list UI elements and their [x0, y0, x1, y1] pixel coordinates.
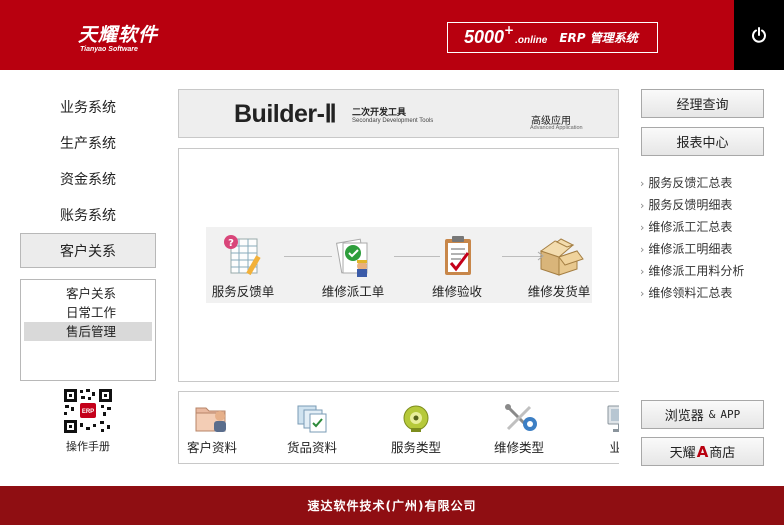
erp-product-badge: 5000 + .online ERP 管理系统 — [447, 22, 658, 53]
nav-business-system[interactable]: 业务系统 — [20, 90, 156, 124]
builder-banner[interactable]: Builder-Ⅱ 二次开发工具 Secondary Development T… — [178, 89, 619, 138]
erp-online: .online — [515, 35, 548, 46]
module-goods-data[interactable]: 货品资料 — [267, 402, 357, 456]
report-center-button[interactable]: 报表中心 — [641, 127, 764, 156]
module-service-type[interactable]: 服务类型 — [371, 402, 461, 456]
chevron-right-icon: › — [640, 177, 645, 190]
chevron-right-icon: › — [640, 221, 645, 234]
chevron-right-icon: › — [640, 287, 645, 300]
flow-step-repair-acceptance[interactable]: 维修验收 — [417, 233, 497, 300]
report-link-material-requisition-summary[interactable]: › 维修领料汇总表 — [640, 285, 780, 307]
report-link-dispatch-summary[interactable]: › 维修派工汇总表 — [640, 219, 780, 241]
qr-code-icon[interactable]: ERP — [62, 387, 114, 435]
chevron-right-icon: › — [640, 199, 645, 212]
customer-relations-submenu: 客户关系 日常工作 售后管理 — [20, 279, 156, 381]
flow-step-label: 维修派工单 — [321, 284, 385, 299]
submenu-customer-relations[interactable]: 客户关系 — [24, 284, 152, 303]
report-links: › 服务反馈汇总表 › 服务反馈明细表 › 维修派工汇总表 › 维修派工明细表 › 维修派… — [640, 175, 780, 307]
module-label: 货品资料 — [286, 440, 337, 455]
company-logo: 天耀软件 Tianyao Software — [78, 20, 158, 53]
footer: 速达软件技术(广州)有限公司 — [0, 486, 784, 525]
logo-text-cn: 天耀软件 — [78, 24, 159, 46]
user-manual-label[interactable]: 操作手册 — [48, 438, 128, 454]
report-link-dispatch-material-analysis[interactable]: › 维修派工用料分析 — [640, 263, 780, 285]
goods-data-icon — [297, 405, 327, 433]
submenu-after-sales[interactable]: 售后管理 — [24, 322, 152, 341]
nav-production-system[interactable]: 生产系统 — [20, 126, 156, 160]
module-repair-type[interactable]: 维修类型 — [474, 402, 564, 456]
customer-folder-icon — [195, 407, 226, 432]
module-bar: 客户资料 货品资料 服务类型 维修类型 — [178, 391, 619, 464]
manager-query-button[interactable]: 经理查询 — [641, 89, 764, 118]
app-label: APP — [720, 408, 741, 421]
report-link-service-feedback-detail[interactable]: › 服务反馈明细表 — [640, 197, 780, 219]
flow-arrow-icon — [537, 251, 544, 261]
svg-text:?: ? — [228, 238, 234, 249]
submenu-daily-work[interactable]: 日常工作 — [24, 303, 152, 322]
browser-label: 浏览器 — [664, 409, 704, 424]
report-link-service-feedback-summary[interactable]: › 服务反馈汇总表 — [640, 175, 780, 197]
top-header: 天耀软件 Tianyao Software 5000 + .online ERP… — [0, 0, 784, 70]
footer-company: 速达软件技术(广州)有限公司 — [307, 499, 477, 513]
nav-finance-system[interactable]: 资金系统 — [20, 162, 156, 196]
power-button[interactable] — [734, 0, 784, 70]
tianyao-store-button[interactable]: 天耀 A 商店 — [641, 437, 764, 466]
flow-step-repair-dispatch[interactable]: 维修派工单 — [313, 233, 393, 300]
browser-separator: & — [708, 408, 716, 421]
logo-text-en: Tianyao Software — [80, 46, 138, 53]
browser-app-button[interactable]: 浏览器 & APP — [641, 400, 764, 429]
banner-subtitle-en: Secondary Development Tools — [352, 118, 434, 124]
store-label-post: 商店 — [709, 446, 736, 461]
report-link-dispatch-detail[interactable]: › 维修派工明细表 — [640, 241, 780, 263]
service-type-icon — [403, 405, 429, 432]
repair-tools-icon — [505, 404, 537, 431]
flow-step-repair-shipment[interactable]: 维修发货单 — [519, 233, 599, 300]
module-customer-data[interactable]: 客户资料 — [179, 402, 257, 456]
feedback-form-icon: ? — [224, 235, 261, 276]
flow-step-label: 维修发货单 — [527, 284, 591, 299]
banner-title: Builder-Ⅱ — [234, 100, 337, 128]
flow-step-label: 服务反馈单 — [211, 284, 275, 299]
power-icon — [752, 27, 766, 43]
module-label: 维修类型 — [493, 440, 544, 455]
flow-step-service-feedback[interactable]: ? 服务反馈单 — [203, 233, 283, 300]
monitor-icon — [607, 405, 619, 432]
after-sales-flow-panel: ? 服务反馈单 维修派工单 维修验收 维修发货单 — [178, 148, 619, 382]
dispatch-order-icon — [335, 238, 368, 277]
chevron-right-icon: › — [640, 243, 645, 256]
module-label: 客户资料 — [186, 440, 237, 455]
erp-plus: + — [504, 22, 515, 37]
banner-subtitle-cn: 二次开发工具 — [352, 108, 407, 118]
chevron-right-icon: › — [640, 265, 645, 278]
store-label-pre: 天耀 — [669, 446, 696, 461]
flow-step-label: 维修验收 — [431, 284, 482, 299]
nav-accounting-system[interactable]: 账务系统 — [20, 198, 156, 232]
module-label: 业务 — [577, 437, 619, 456]
svg-text:ERP: ERP — [82, 409, 94, 415]
module-business[interactable]: 业务 — [577, 402, 619, 456]
banner-advanced-en: Advanced Application — [530, 125, 583, 131]
erp-title: ERP 管理系统 — [559, 31, 638, 45]
nav-customer-relations[interactable]: 客户关系 — [20, 233, 156, 268]
clipboard-check-icon — [445, 236, 471, 275]
module-label: 服务类型 — [390, 440, 441, 455]
store-brand-a: A — [696, 442, 709, 461]
erp-number: 5000 — [464, 27, 505, 47]
